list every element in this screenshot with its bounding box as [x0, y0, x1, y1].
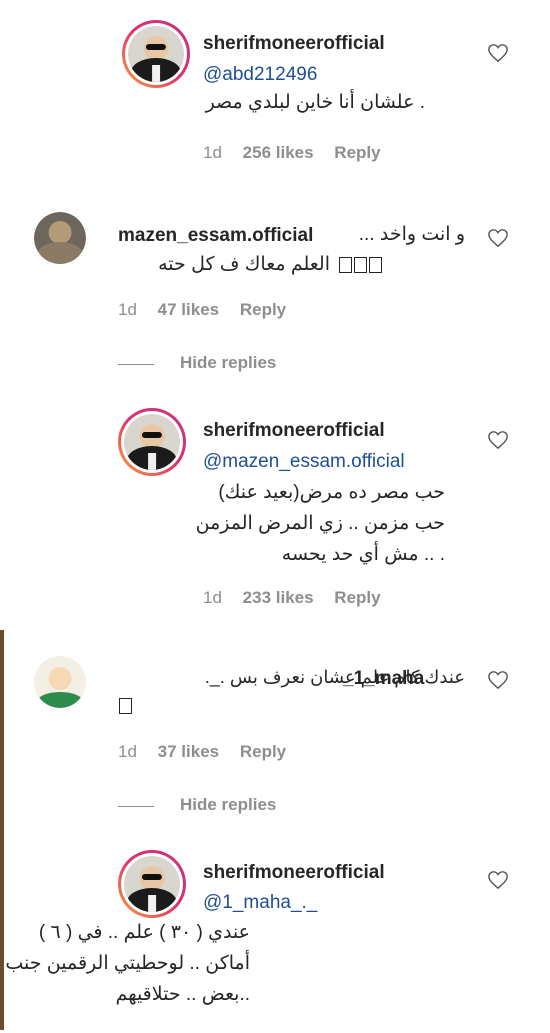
likes-count[interactable]: 233 likes	[243, 588, 314, 607]
comment-text: . علشان أنا خاين لبلدي مصر	[205, 92, 425, 113]
comment-text: ..بعض .. حتلاقيهم	[115, 984, 250, 1005]
heart-outline-icon[interactable]	[487, 228, 509, 248]
reply-button[interactable]: Reply	[240, 300, 286, 319]
comment-username[interactable]: sherifmoneerofficial	[203, 33, 385, 55]
comment-text: عندي ( ٣٠ ) علم .. في ( ٦ )	[38, 922, 250, 943]
comment-time: 1d	[203, 143, 222, 162]
hide-replies-button[interactable]: Hide replies	[180, 353, 276, 373]
comment-username[interactable]: sherifmoneerofficial	[203, 420, 385, 442]
heart-outline-icon[interactable]	[487, 43, 509, 63]
comment-time: 1d	[118, 300, 137, 319]
likes-count[interactable]: 37 likes	[158, 742, 219, 761]
reply-button[interactable]: Reply	[334, 143, 380, 162]
edge-strip	[0, 630, 4, 1030]
mention-link[interactable]: @1_maha_._	[203, 892, 317, 914]
comment-meta: 1d 256 likes Reply	[203, 143, 397, 163]
avatar[interactable]	[34, 656, 86, 708]
comment-time: 1d	[118, 742, 137, 761]
comment-text: العلم معاك ف كل حته	[158, 254, 330, 275]
comment-meta: 1d 233 likes Reply	[203, 588, 397, 608]
reply-button[interactable]: Reply	[240, 742, 286, 761]
divider	[118, 364, 154, 365]
heart-outline-icon[interactable]	[487, 670, 509, 690]
likes-count[interactable]: 47 likes	[158, 300, 219, 319]
likes-count[interactable]: 256 likes	[243, 143, 314, 162]
avatar[interactable]	[122, 20, 190, 88]
avatar[interactable]	[118, 850, 186, 918]
reply-button[interactable]: Reply	[334, 588, 380, 607]
comment-username[interactable]: mazen_essam.official	[118, 225, 313, 247]
comment-username[interactable]: sherifmoneerofficial	[203, 862, 385, 884]
comment-text: حب مزمن .. زي المرض المزمن	[195, 513, 445, 534]
comment-text: حب مصر ده مرض(بعيد عنك)	[218, 482, 445, 503]
comment-meta: 1d 37 likes Reply	[118, 742, 302, 762]
hide-replies-button[interactable]: Hide replies	[180, 795, 276, 815]
comment-text: أماكن .. لوحطيتي الرقمين جنب	[5, 953, 250, 974]
comment-text: . .. مش أي حد يحسه	[281, 544, 445, 565]
comment-text: عندك كام علم عشان نعرف بس ._.	[204, 667, 465, 687]
mention-link[interactable]: @abd212496	[203, 64, 317, 86]
heart-outline-icon[interactable]	[487, 870, 509, 890]
unsupported-glyphs	[338, 257, 383, 277]
avatar[interactable]	[118, 408, 186, 476]
avatar[interactable]	[34, 212, 86, 264]
comment-meta: 1d 47 likes Reply	[118, 300, 302, 320]
comment-time: 1d	[203, 588, 222, 607]
comment-text: و انت واخد ...	[358, 224, 465, 245]
mention-link[interactable]: @mazen_essam.official	[203, 451, 405, 473]
divider	[118, 806, 154, 807]
unsupported-glyphs	[118, 698, 133, 718]
heart-outline-icon[interactable]	[487, 430, 509, 450]
